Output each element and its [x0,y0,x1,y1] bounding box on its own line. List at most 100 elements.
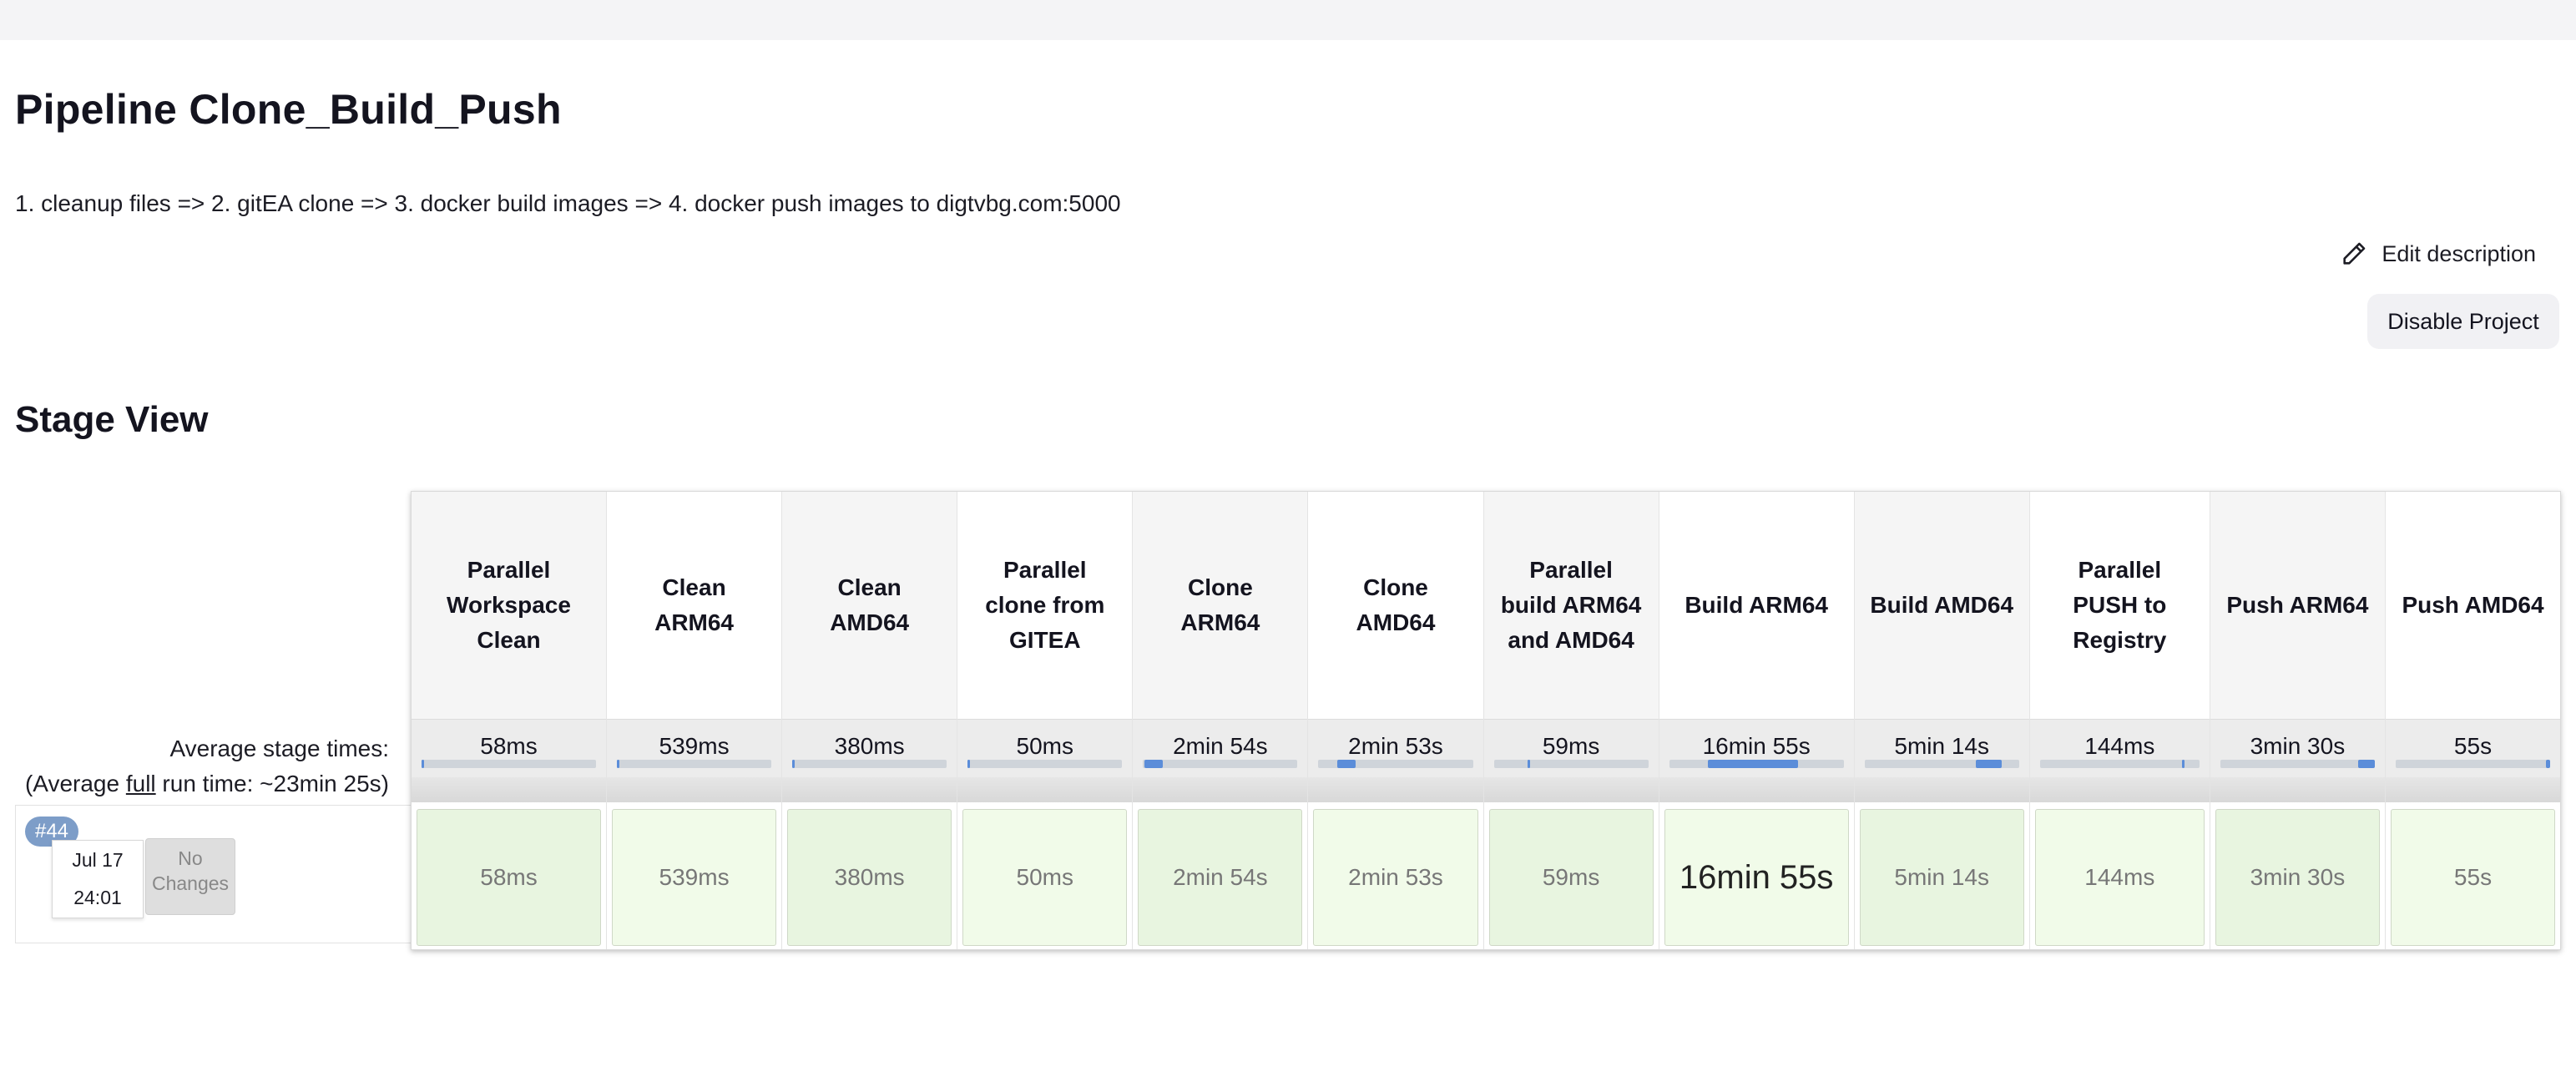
stage-average-time-text: 55s [2453,733,2493,759]
stage-average-time-text: 144ms [2084,733,2155,759]
stage-column: Clean AMD64 380ms 380ms [782,492,958,949]
top-bar [0,0,2576,40]
stage-column: Clone ARM64 2min 54s 2min 54s [1133,492,1309,949]
stage-column: Parallel PUSH to Registry 144ms 144ms [2029,492,2210,949]
stage-row-separator [1308,777,1483,802]
disable-project-button[interactable]: Disable Project [2367,294,2559,349]
stage-average-time-text: 539ms [659,733,730,759]
stage-average-time: 5min 14s [1854,719,2029,777]
stage-row-separator [957,777,1133,802]
stage-row-separator [2210,777,2385,802]
stage-average-time: 16min 55s [1659,719,1854,777]
edit-description-label: Edit description [2382,240,2536,266]
stage-column: Push ARM64 3min 30s 3min 30s [2210,492,2386,949]
stage-column: Parallel clone from GITEA 50ms 50ms [957,492,1134,949]
stage-progress-bar [2039,760,2200,768]
stage-result-cell[interactable]: 2min 54s [1138,809,1303,946]
stage-column: Clean ARM64 539ms 539ms [607,492,783,949]
stage-average-time: 2min 54s [1133,719,1308,777]
stage-result-cell[interactable]: 50ms [962,809,1128,946]
stage-header: Parallel Workspace Clean [412,492,606,719]
stage-result-cell[interactable]: 380ms [787,809,952,946]
stage-average-time-text: 2min 53s [1348,733,1443,759]
stage-header: Parallel clone from GITEA [985,557,1105,653]
stage-header: Push AMD64 [2402,592,2544,618]
stage-header: Push ARM64 [2210,492,2385,719]
stage-progress-bar [2395,760,2551,768]
page-title: Pipeline Clone_Build_Push [15,86,562,133]
stage-progress-fill [1975,760,2003,768]
stage-result-cell[interactable]: 2min 53s [1313,809,1478,946]
stage-progress-bar [617,760,772,768]
stage-result-cell[interactable]: 539ms [612,809,777,946]
stage-average-time-text: 5min 14s [1894,733,1990,759]
stage-header: Parallel PUSH to Registry [2073,557,2167,653]
stage-average-time: 2min 53s [1308,719,1483,777]
pencil-icon [2343,242,2366,265]
stage-average-time-text: 58ms [480,733,538,759]
stage-progress-bar [2220,760,2375,768]
stage-average-time-text: 16min 55s [1702,733,1811,759]
stage-view-title: Stage View [15,399,209,440]
stage-progress-fill [422,760,425,768]
stage-progress-bar [1669,760,1844,768]
stage-average-time-text: 2min 54s [1173,733,1268,759]
stage-row-separator [1483,777,1659,802]
stage-average-time: 380ms [782,719,957,777]
build-date-day: Jul 17 [72,849,124,871]
stage-progress-fill [1528,760,1531,768]
stage-result-cell[interactable]: 58ms [417,809,601,946]
stage-average-time-text: 3min 30s [2250,733,2346,759]
stage-progress-fill [792,760,795,768]
stage-average-time: 539ms [607,719,782,777]
stage-progress-fill [617,760,619,768]
stage-column: Build ARM64 16min 55s 16min 55s [1659,492,1855,949]
stage-average-time-text: 50ms [1016,733,1073,759]
stage-result-cell[interactable]: 144ms [2034,809,2205,946]
stage-average-time-text: 380ms [834,733,905,759]
stage-result-cell[interactable]: 59ms [1488,809,1654,946]
stage-average-time: 144ms [2029,719,2210,777]
build-date-time: 24:01 [73,887,122,908]
stage-row-separator [782,777,957,802]
stage-result-cell[interactable]: 5min 14s [1859,809,2024,946]
stage-header: Build ARM64 [1685,592,1828,618]
stage-column: Build AMD64 5min 14s 5min 14s [1854,492,2030,949]
full-run-link[interactable]: full [126,771,156,796]
stage-average-time: 3min 30s [2210,719,2385,777]
stage-progress-bar [1493,760,1649,768]
stage-progress-fill [1336,760,1356,768]
stage-result-cell[interactable]: 16min 55s [1664,809,1849,946]
build-date: Jul 17 24:01 [52,840,144,918]
average-run-time-text: (Average full run time: ~23min 25s) [24,771,389,796]
stage-average-time: 59ms [1483,719,1659,777]
stage-header: Build AMD64 [1854,492,2029,719]
stage-header: Clone ARM64 [1133,492,1308,719]
stage-progress-fill [1707,760,1799,768]
stage-row-separator [412,777,606,802]
stage-column: Parallel build ARM64 and AMD64 59ms 59ms [1483,492,1659,949]
stage-result-cell[interactable]: 3min 30s [2215,809,2380,946]
stage-result-cell[interactable]: 55s [2390,809,2556,946]
stage-row-separator [2385,777,2561,802]
stage-progress-fill [2181,760,2185,768]
stage-progress-fill [2357,760,2375,768]
stage-header: Clean ARM64 [654,574,735,635]
stage-view-table: Parallel Workspace Clean 58ms 58ms Clean AR… [411,491,2561,950]
stage-column: Clone AMD64 2min 53s 2min 53s [1308,492,1484,949]
stage-row-separator [607,777,782,802]
stage-average-time: 50ms [957,719,1133,777]
stage-progress-fill [2545,760,2551,768]
stage-row-separator [1854,777,2029,802]
stage-header: Parallel build ARM64 and AMD64 [1483,492,1659,719]
stage-row-separator [2029,777,2210,802]
stage-average-time: 55s [2385,719,2561,777]
edit-description-link[interactable]: Edit description [2340,235,2536,272]
changes-indicator[interactable]: No Changes [145,838,235,915]
stage-progress-fill [967,760,970,768]
stage-progress-fill [1144,760,1164,768]
stage-column: Parallel Workspace Clean 58ms 58ms [412,492,607,949]
average-stage-times-text: Average stage times: [169,736,389,761]
stage-average-time: 58ms [412,719,606,777]
average-times-label: Average stage times: (Average full run t… [0,731,389,801]
